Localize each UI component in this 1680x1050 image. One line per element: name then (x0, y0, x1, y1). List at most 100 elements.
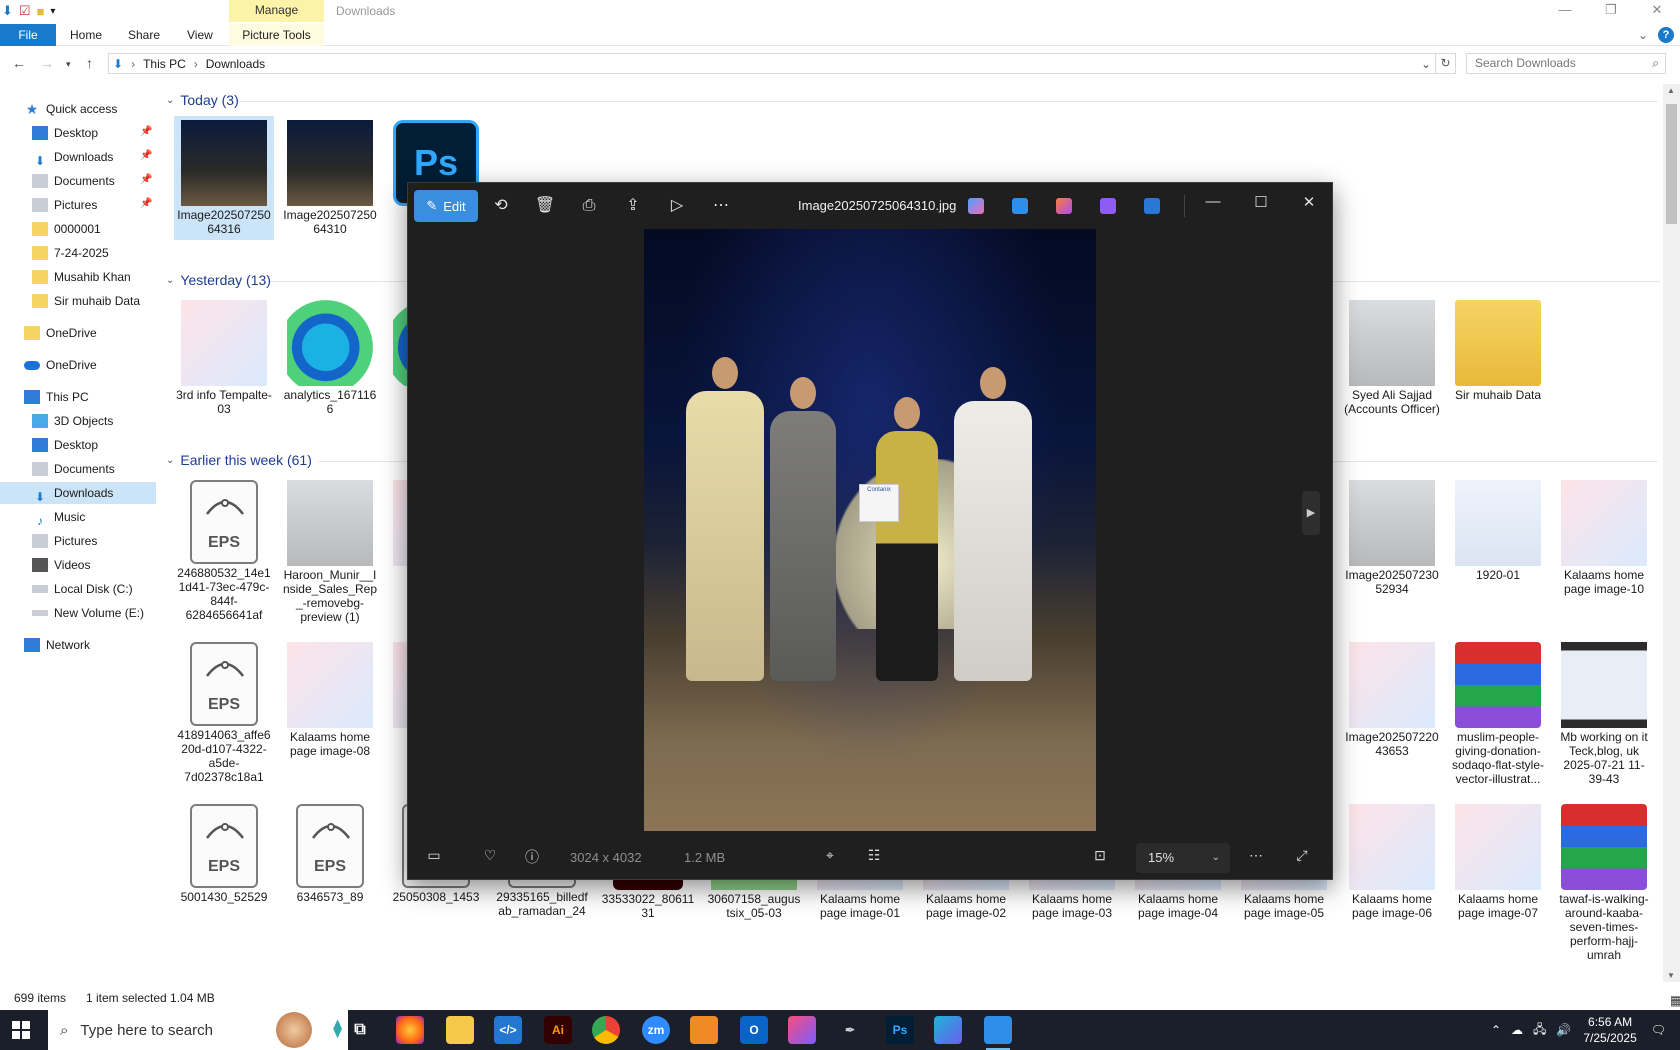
clock[interactable]: 6:56 AM 7/25/2025 (1583, 1014, 1636, 1046)
forward-icon[interactable]: → (40, 55, 54, 71)
actual-size-icon[interactable]: ⊡ (1088, 847, 1112, 864)
minimize-icon[interactable]: — (1542, 0, 1588, 22)
group-yesterday[interactable]: ⌄ Yesterday (13) (166, 272, 271, 288)
onedrive-off-icon[interactable] (1144, 198, 1160, 214)
copilot-icon[interactable] (968, 198, 984, 214)
search-input[interactable]: Search Downloads ⌕ (1466, 53, 1666, 74)
file-tile[interactable]: Image20250722043653 (1342, 638, 1442, 758)
breadcrumb-this-pc[interactable]: This PC (143, 57, 186, 71)
tab-file[interactable]: File (0, 24, 56, 46)
show-hidden-icons-icon[interactable]: ⌃ (1491, 1023, 1501, 1037)
up-icon[interactable]: ↑ (86, 55, 93, 71)
file-tile[interactable]: muslim-people-giving-donation-sodaqo-fla… (1448, 638, 1548, 786)
share-icon[interactable]: ⇪ (618, 191, 648, 221)
rotate-icon[interactable]: ⟲ (486, 191, 516, 221)
file-tile[interactable]: Syed Ali Sajjad (Accounts Officer) (1342, 296, 1442, 416)
group-earlier-this-week[interactable]: ⌄ Earlier this week (61) (166, 452, 312, 468)
zoom-dropdown[interactable]: 15% ⌄ (1136, 843, 1230, 873)
text-recognition-icon[interactable]: ☷ (862, 847, 886, 864)
notifications-icon[interactable]: 🗨 (1651, 1023, 1666, 1037)
nav-folder-sir-muhaib-data[interactable]: Sir muhaib Data (32, 290, 140, 312)
file-tile[interactable]: Sir muhaib Data (1448, 296, 1548, 402)
nav-videos[interactable]: Videos (32, 554, 90, 576)
photos-app-icon[interactable] (984, 1016, 1012, 1050)
edit-button[interactable]: ✎ Edit (414, 190, 478, 222)
large-icons-view-icon[interactable]: ▦ (1670, 994, 1680, 1008)
file-tile[interactable]: Image20250723052934 (1342, 476, 1442, 596)
favorite-icon[interactable]: ♡ (478, 847, 502, 864)
nav-local-disk-c[interactable]: Local Disk (C:) (32, 578, 133, 600)
file-tile[interactable]: analytics_1671166 (280, 296, 380, 416)
chrome-icon[interactable] (592, 1016, 620, 1044)
back-icon[interactable]: ← (12, 55, 26, 71)
properties-icon[interactable]: ☑ (19, 3, 31, 19)
more-options-icon[interactable]: ⋯ (1244, 847, 1268, 864)
close-icon[interactable]: ✕ (1294, 193, 1324, 211)
file-tile[interactable]: Kalaams home page image-07 (1448, 800, 1548, 920)
nav-folder-musahib-khan[interactable]: Musahib Khan (32, 266, 131, 288)
fullscreen-icon[interactable]: ⤢ (1290, 847, 1314, 864)
delete-icon[interactable]: 🗑 (530, 191, 560, 221)
collapse-chevron-icon[interactable]: ⌄ (166, 455, 174, 466)
file-tile[interactable]: Kalaams home page image-06 (1342, 800, 1442, 920)
info-icon[interactable]: ⓘ (520, 847, 544, 867)
file-tile[interactable]: Haroon_Munir__Inside_Sales_Rep_-removebg… (280, 476, 380, 624)
file-tile[interactable]: tawaf-is-walking-around-kaaba-seven-time… (1554, 800, 1654, 962)
nav-pictures-pinned[interactable]: Pictures (32, 194, 97, 216)
tab-view[interactable]: View (187, 24, 213, 46)
clipchamp-icon[interactable] (1100, 198, 1116, 214)
address-dropdown-icon[interactable]: ⌄ (1421, 57, 1431, 71)
recent-locations-icon[interactable]: ▾ (66, 59, 71, 70)
scroll-down-icon[interactable]: ▼ (1667, 971, 1675, 980)
collapse-chevron-icon[interactable]: ⌄ (166, 95, 174, 106)
file-tile[interactable]: Kalaams home page image-10 (1554, 476, 1654, 596)
file-tile[interactable]: EPS 246880532_14e11d41-73ec-479c-844f-62… (174, 476, 274, 622)
file-tile[interactable]: EPS 6346573_89 (280, 800, 380, 904)
next-image-icon[interactable]: ▶ (1302, 491, 1320, 535)
address-bar[interactable]: ⬇ › This PC › Downloads ⌄ (108, 53, 1436, 74)
nav-this-pc[interactable]: This PC (24, 386, 89, 408)
file-tile[interactable]: Image20250725064316 (174, 116, 274, 240)
close-icon[interactable]: ✕ (1634, 0, 1680, 22)
download-icon[interactable]: ⬇ (2, 3, 13, 19)
nav-quick-access[interactable]: ★ Quick access (24, 98, 118, 120)
group-today[interactable]: ⌄ Today (3) (166, 92, 239, 108)
file-tile[interactable]: EPS 418914063_affe620d-d107-4322-a5de-7d… (174, 638, 274, 784)
volume-icon[interactable]: 🔊 (1556, 1023, 1571, 1037)
onedrive-tray-icon[interactable]: ☁ (1511, 1023, 1523, 1037)
file-tile[interactable]: Mb working on it Teck,blog, uk 2025-07-2… (1554, 638, 1654, 786)
nav-network[interactable]: Network (24, 634, 90, 656)
nav-downloads[interactable]: ⬇ Downloads (0, 482, 156, 504)
vscode-icon[interactable]: </> (494, 1016, 522, 1044)
slideshow-icon[interactable]: ▷ (662, 191, 692, 221)
nav-desktop[interactable]: Desktop (32, 434, 98, 456)
taskbar-search[interactable]: ⌕ Type here to search ⧫ (48, 1010, 348, 1050)
customize-qat-icon[interactable]: ▾ (50, 6, 55, 17)
expand-ribbon-icon[interactable]: ⌄ (1638, 28, 1648, 42)
maximize-icon[interactable]: ☐ (1246, 193, 1276, 211)
illustrator-icon[interactable]: Ai (544, 1016, 572, 1044)
nav-documents-pinned[interactable]: Documents (32, 170, 115, 192)
xampp-icon[interactable] (690, 1016, 718, 1044)
filmstrip-icon[interactable]: ▭ (422, 847, 446, 864)
outlook-icon[interactable]: O (740, 1016, 768, 1044)
file-tile[interactable]: 1920-01 (1448, 476, 1548, 582)
nav-folder-0000001[interactable]: 0000001 (32, 218, 101, 240)
photos-app-icon[interactable] (1012, 198, 1028, 214)
app-icon[interactable] (934, 1016, 962, 1044)
pen-tool-icon[interactable]: ✒ (836, 1016, 864, 1044)
collapse-chevron-icon[interactable]: ⌄ (166, 275, 174, 286)
print-icon[interactable]: ⎙ (574, 191, 604, 221)
nav-folder-7-24-2025[interactable]: 7-24-2025 (32, 242, 109, 264)
nav-onedrive[interactable]: OneDrive (24, 354, 97, 376)
new-folder-icon[interactable]: ■ (37, 4, 45, 19)
breadcrumb-downloads[interactable]: Downloads (206, 57, 265, 71)
file-tile[interactable]: EPS 5001430_52529 (174, 800, 274, 904)
nav-downloads-pinned[interactable]: ⬇ Downloads (32, 146, 113, 168)
tab-home[interactable]: Home (70, 24, 102, 46)
photoshop-icon[interactable]: Ps (886, 1016, 914, 1044)
network-icon[interactable]: 🖧 (1533, 1020, 1546, 1041)
refresh-icon[interactable]: ↻ (1436, 53, 1456, 74)
file-tile[interactable]: Kalaams home page image-08 (280, 638, 380, 758)
file-tile[interactable]: Image20250725064310 (280, 116, 380, 236)
